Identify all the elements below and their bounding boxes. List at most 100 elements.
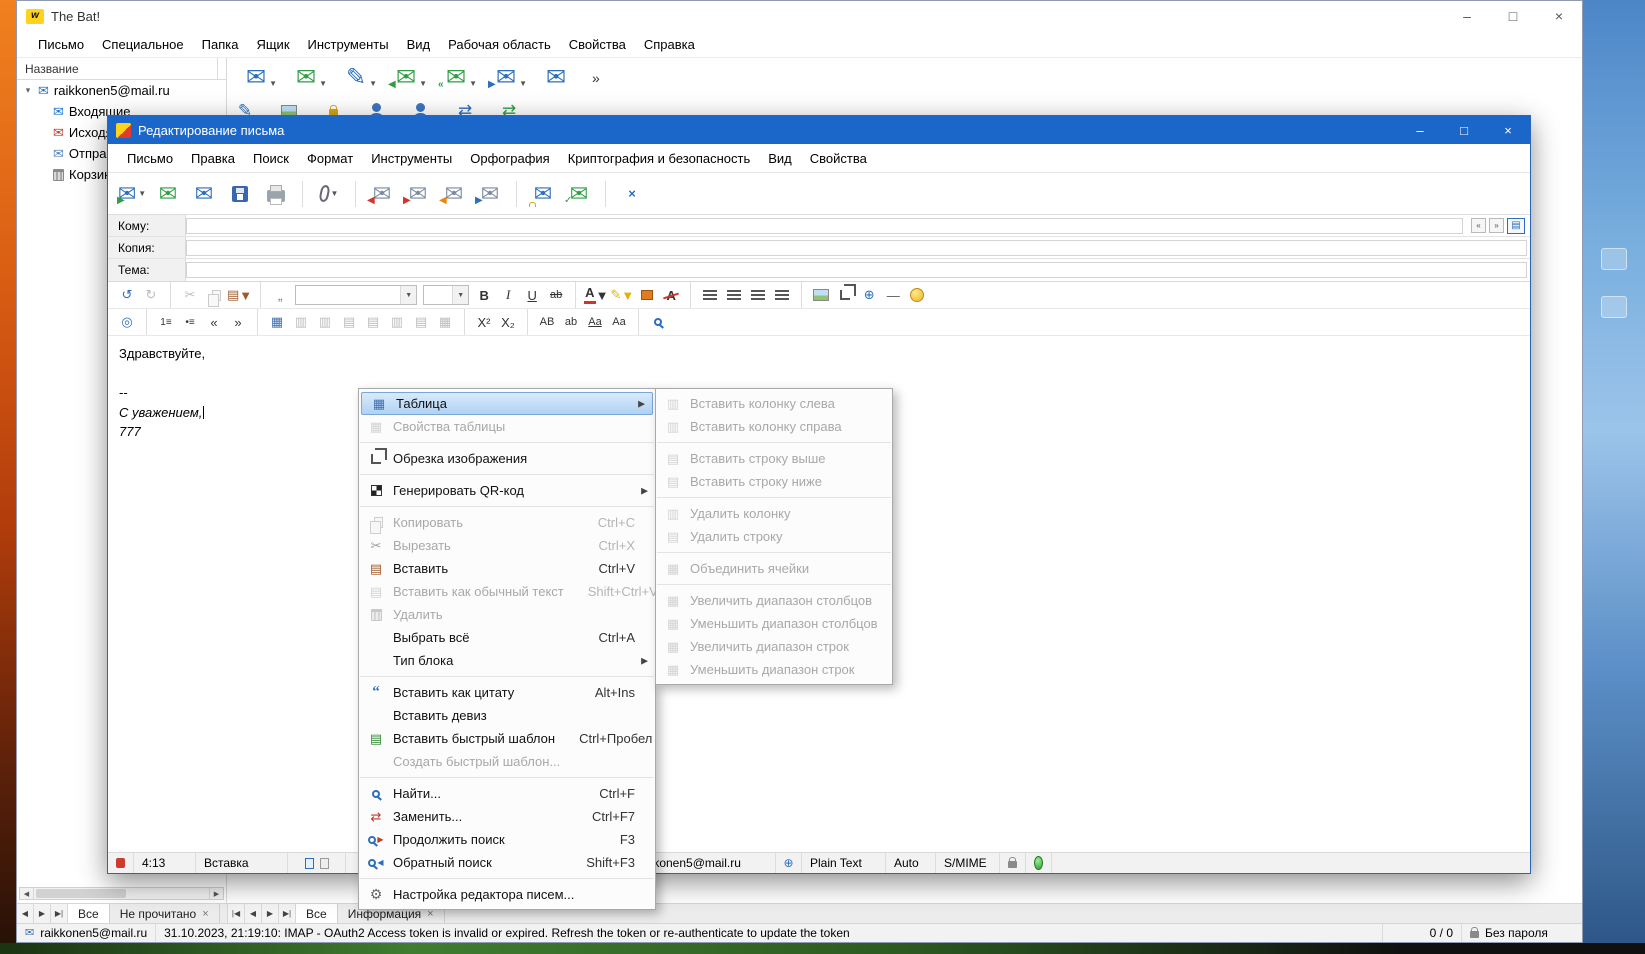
reply-all-button[interactable]: ✉ ◀ ▼	[388, 62, 427, 94]
address-book-button[interactable]: ▤	[1507, 217, 1525, 234]
menu-item-paste[interactable]: ▤ Вставить Ctrl+V	[359, 557, 655, 580]
desktop-icon[interactable]	[1601, 296, 1627, 318]
globe-icon[interactable]: ⊕	[776, 853, 802, 873]
formatting-marks-button[interactable]: ◎	[116, 311, 138, 333]
menu-tools[interactable]: Инструменты	[299, 33, 398, 56]
superscript-button[interactable]: X²	[473, 311, 495, 333]
editor-menu-properties[interactable]: Свойства	[801, 147, 876, 170]
outdent-button[interactable]: «	[203, 311, 225, 333]
capitalize-button[interactable]: Aa	[584, 311, 606, 333]
justify-button[interactable]	[771, 284, 793, 306]
folder-tab-unread[interactable]: Не прочитано ×	[110, 904, 220, 923]
attach-button[interactable]: ▼	[313, 177, 345, 211]
numbered-list-button[interactable]: 1≡	[155, 311, 177, 333]
new-mail-button[interactable]: ✉ ▼	[238, 62, 277, 94]
menu-item-find-next[interactable]: ▶ Продолжить поиск F3	[359, 828, 655, 851]
clear-format-button[interactable]: A	[660, 284, 682, 306]
lowercase-button[interactable]: ab	[560, 311, 582, 333]
insert-mode[interactable]: Вставка	[196, 853, 288, 873]
editor-maximize-button[interactable]: □	[1442, 116, 1486, 144]
insert-image-button[interactable]	[810, 284, 832, 306]
font-family-select[interactable]: ▼	[295, 285, 418, 305]
sign-mail-button[interactable]: ✉ ✓	[563, 177, 595, 211]
redirect-button[interactable]: ✉ ▶ ▼	[488, 62, 527, 94]
tab-last-icon[interactable]: ▶|	[51, 904, 68, 923]
editor-menu-tools[interactable]: Инструменты	[362, 147, 461, 170]
insert-symbol-icon[interactable]: „	[269, 284, 291, 306]
expander-icon[interactable]: ▾	[23, 85, 33, 96]
menu-item-find[interactable]: Найти... Ctrl+F	[359, 782, 655, 805]
prev-mail-button[interactable]: ✉ ◀	[366, 177, 398, 211]
search-button[interactable]	[647, 311, 669, 333]
underline-button[interactable]: U	[521, 284, 543, 306]
editor-close-button[interactable]: ×	[1486, 116, 1530, 144]
horizontal-rule-button[interactable]: —	[882, 284, 904, 306]
forward-button[interactable]: ✉ « ▼	[438, 62, 477, 94]
next-unread-button[interactable]: ✉ ▶	[474, 177, 506, 211]
menu-item-insert-motto[interactable]: Вставить девиз	[359, 704, 655, 727]
crop-image-button[interactable]	[834, 284, 857, 306]
editor-menu-format[interactable]: Формат	[298, 147, 362, 170]
menu-item-find-prev[interactable]: ◀ Обратный поиск Shift+F3	[359, 851, 655, 874]
editor-menu-mail[interactable]: Письмо	[118, 147, 182, 170]
menu-folder[interactable]: Папка	[193, 33, 248, 56]
next-mail-button[interactable]: ✉ ▶	[402, 177, 434, 211]
menu-properties[interactable]: Свойства	[560, 33, 635, 56]
editor-minimize-button[interactable]: –	[1398, 116, 1442, 144]
tab-first-icon[interactable]: |◀	[228, 904, 245, 923]
tab-next-icon[interactable]: ▶	[34, 904, 51, 923]
align-right-button[interactable]	[747, 284, 769, 306]
menu-item-table[interactable]: ▦ Таблица ▶	[361, 392, 653, 415]
reply-button[interactable]: ✉ ▼	[288, 62, 327, 94]
prev-unread-button[interactable]: ✉ ◀	[438, 177, 470, 211]
tab-next-icon[interactable]: ▶	[262, 904, 279, 923]
folder-tab-all[interactable]: Все	[68, 904, 110, 923]
compose-template-button[interactable]: ✎ ▼	[338, 62, 377, 94]
redo-icon[interactable]: ↻	[140, 284, 162, 306]
message-tab-all[interactable]: Все	[296, 904, 338, 923]
menu-view[interactable]: Вид	[398, 33, 440, 56]
to-input[interactable]	[186, 217, 1463, 234]
close-button[interactable]: ×	[1536, 1, 1582, 31]
encrypt-mail-button[interactable]: ✉	[527, 177, 559, 211]
menu-item-insert-template[interactable]: ▤ Вставить быстрый шаблон Ctrl+Пробел	[359, 727, 655, 750]
subscript-button[interactable]: X₂	[497, 311, 519, 333]
send-now-button[interactable]: ✉	[152, 177, 184, 211]
strikethrough-button[interactable]: ab	[545, 284, 567, 306]
menu-item-replace[interactable]: ⇄ Заменить... Ctrl+F7	[359, 805, 655, 828]
mail-format[interactable]: Plain Text	[802, 853, 886, 873]
menu-item-block-type[interactable]: Тип блока ▶	[359, 649, 655, 672]
fill-color-button[interactable]	[636, 284, 658, 306]
editor-menu-search[interactable]: Поиск	[244, 147, 298, 170]
headers-next-button[interactable]: »	[1489, 218, 1504, 233]
menu-help[interactable]: Справка	[635, 33, 704, 56]
folder-column-header[interactable]: Название	[17, 58, 226, 80]
tab-close-icon[interactable]: ×	[202, 908, 208, 920]
insert-link-button[interactable]: ⊕	[858, 284, 880, 306]
editor-menu-view[interactable]: Вид	[759, 147, 801, 170]
insert-table-button[interactable]: ▦	[266, 311, 288, 333]
menu-item-paste-as-quote[interactable]: “ Вставить как цитату Alt+Ins	[359, 681, 655, 704]
queue-button[interactable]: ✉	[538, 62, 574, 94]
toolbar-overflow-icon[interactable]: »	[592, 70, 600, 86]
open-mail-button[interactable]: ✉	[188, 177, 220, 211]
font-size-select[interactable]: ▼	[423, 285, 470, 305]
bullet-list-button[interactable]: •≡	[179, 311, 201, 333]
menu-item-editor-settings[interactable]: ⚙ Настройка редактора писем...	[359, 883, 655, 906]
menu-mail[interactable]: Письмо	[29, 33, 93, 56]
italic-button[interactable]: I	[497, 284, 519, 306]
highlight-button[interactable]: ✎ ▼	[610, 284, 634, 306]
menu-special[interactable]: Специальное	[93, 33, 193, 56]
headers-prev-button[interactable]: «	[1471, 218, 1486, 233]
scroll-thumb[interactable]	[36, 889, 126, 898]
editor-menu-edit[interactable]: Правка	[182, 147, 244, 170]
align-center-button[interactable]	[723, 284, 745, 306]
paste-icon[interactable]: ▤ ▼	[227, 284, 252, 306]
minimize-button[interactable]: –	[1444, 1, 1490, 31]
copy-icon[interactable]	[203, 284, 225, 307]
uppercase-button[interactable]: AB	[536, 311, 558, 333]
font-color-button[interactable]: A ▼	[584, 284, 608, 306]
smiley-toggle[interactable]	[1026, 853, 1052, 873]
tab-prev-icon[interactable]: ◀	[17, 904, 34, 923]
encrypt-toggle[interactable]	[1000, 853, 1026, 873]
